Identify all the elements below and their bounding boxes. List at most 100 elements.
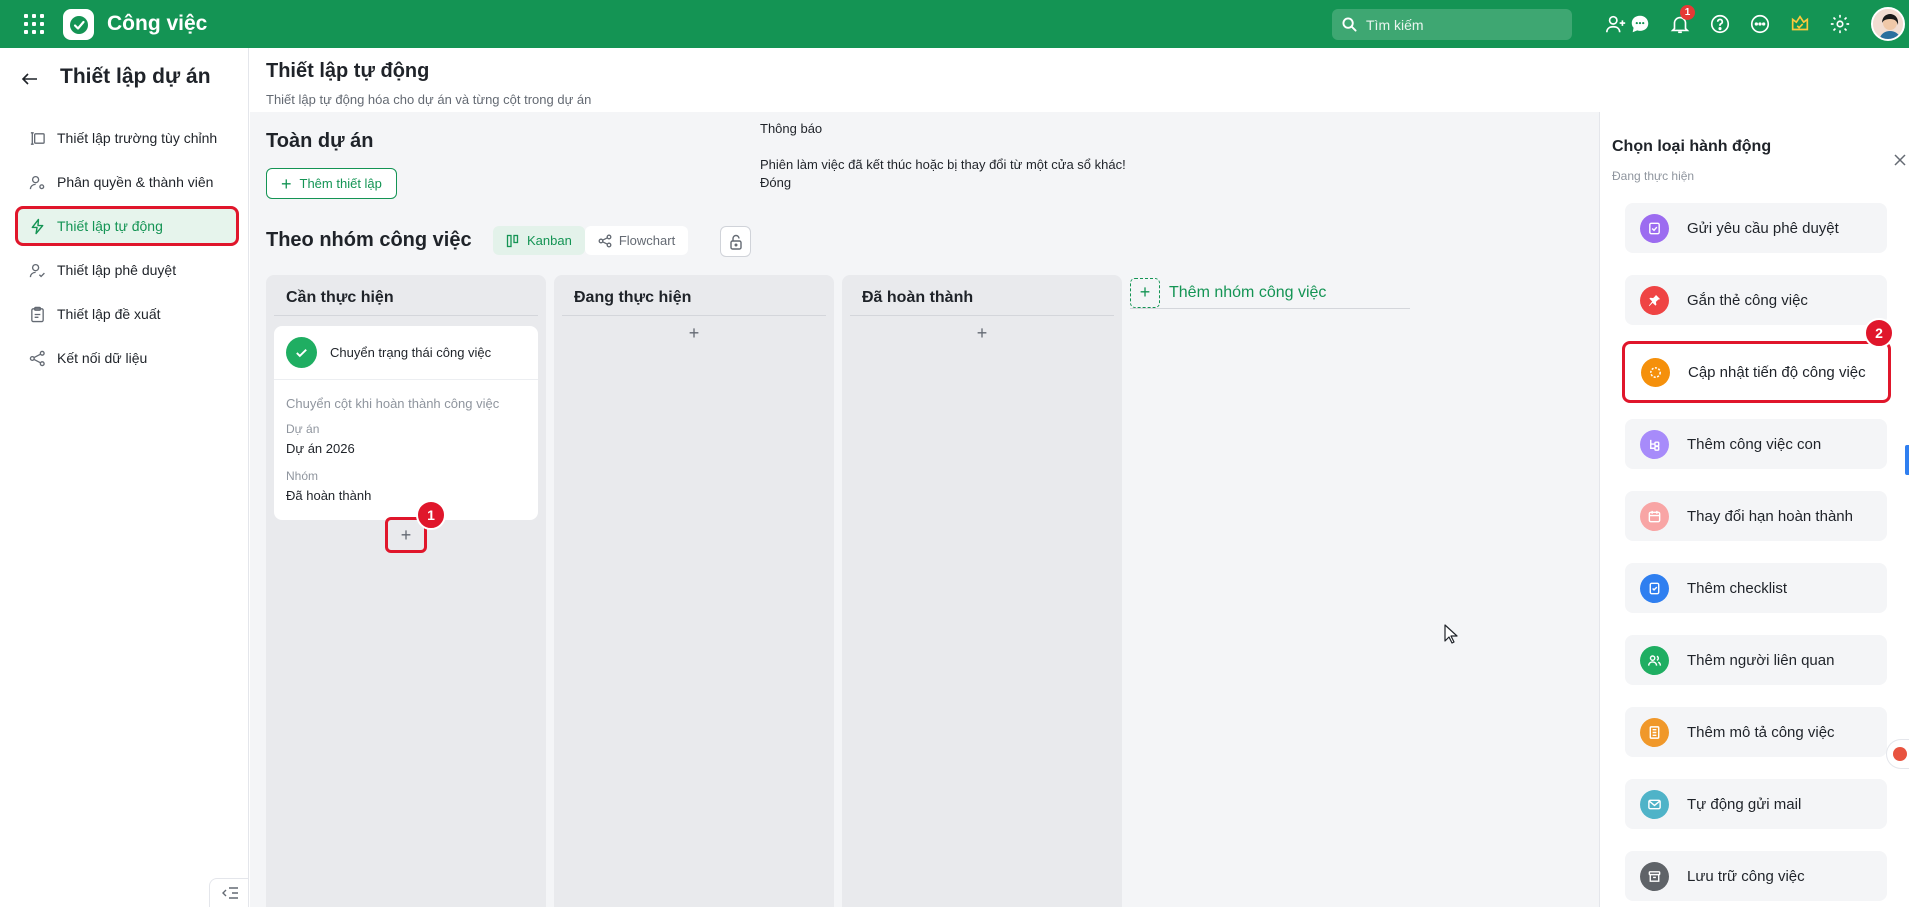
tab-label: Kanban [527, 233, 572, 248]
app-grid-icon[interactable] [24, 14, 44, 34]
notice-close-link[interactable]: Đóng [760, 174, 1126, 192]
lightning-icon [31, 218, 44, 234]
notice-heading: Thông báo [760, 121, 823, 136]
action-label: Thêm mô tả công việc [1687, 723, 1835, 741]
search-box[interactable] [1332, 9, 1572, 40]
page-header: Thiết lập tự động Thiết lập tự động hóa … [250, 48, 1909, 112]
action-change-deadline[interactable]: Thay đổi hạn hoàn thành [1625, 491, 1887, 541]
settings-sidebar: Thiết lập dự án Thiết lập trường tùy chỉ… [0, 48, 249, 907]
column-title: Đã hoàn thành [862, 289, 974, 306]
plus-icon: + [1130, 277, 1160, 308]
column-title: Cần thực hiện [286, 289, 394, 306]
card-group-label: Nhóm [286, 469, 319, 483]
sidebar-item-proposal[interactable]: Thiết lập đề xuất [18, 296, 236, 332]
lock-button[interactable] [720, 226, 751, 257]
sidebar-item-label: Thiết lập đề xuất [57, 306, 161, 322]
kanban-column-todo: Cần thực hiện Chuyển trạng thái công việ… [266, 275, 546, 907]
settings-gear-icon[interactable] [1828, 12, 1852, 36]
search-icon [1342, 17, 1357, 32]
tab-flowchart[interactable]: Flowchart [584, 226, 689, 255]
action-update-progress[interactable]: Cập nhật tiến độ công việc [1622, 341, 1891, 403]
add-user-icon[interactable] [1604, 12, 1628, 36]
top-bar: Công việc 1 [0, 0, 1909, 48]
kanban-icon [506, 234, 519, 247]
close-icon[interactable] [1892, 152, 1908, 168]
group-section-title: Theo nhóm công việc [266, 229, 472, 251]
bell-icon[interactable]: 1 [1668, 5, 1695, 36]
help-icon[interactable] [1708, 12, 1732, 36]
custom-field-icon [30, 131, 45, 145]
automation-content: Toàn dự án + Thêm thiết lập Thông báo Ph… [250, 112, 1599, 907]
action-label: Gắn thẻ công việc [1687, 291, 1808, 309]
assistant-icon [1893, 747, 1907, 761]
action-add-checklist[interactable]: Thêm checklist [1625, 563, 1887, 613]
check-icon [286, 337, 317, 368]
action-add-description[interactable]: Thêm mô tả công việc [1625, 707, 1887, 757]
panel-subtitle: Đang thực hiện [1612, 169, 1695, 183]
card-description: Chuyển cột khi hoàn thành công việc [286, 396, 500, 411]
sidebar-item-label: Phân quyền & thành viên [57, 174, 214, 190]
card-project-value: Dự án 2026 [286, 441, 355, 456]
chat-icon[interactable] [1628, 12, 1652, 36]
award-icon[interactable] [1788, 12, 1812, 36]
app-logo-icon [63, 9, 94, 40]
sidebar-item-automation[interactable]: Thiết lập tự động [15, 206, 239, 246]
action-approval-request[interactable]: Gửi yêu cầu phê duyệt [1625, 203, 1887, 253]
clipboard-icon [31, 306, 44, 322]
back-arrow-icon[interactable] [20, 69, 40, 89]
action-auto-send-mail[interactable]: Tự động gửi mail [1625, 779, 1887, 829]
progress-icon [1641, 357, 1670, 387]
step-marker-1: 1 [416, 500, 446, 530]
mouse-cursor-icon [1444, 624, 1458, 644]
project-section-title: Toàn dự án [266, 130, 374, 152]
page-subtitle: Thiết lập tự động hóa cho dự án và từng … [266, 92, 592, 107]
automation-card[interactable]: Chuyển trạng thái công việc Chuyển cột k… [274, 326, 538, 520]
more-icon[interactable] [1748, 12, 1772, 36]
action-tag-task[interactable]: Gắn thẻ công việc [1625, 275, 1887, 325]
session-notice: Thông báo Phiên làm việc đã kết thúc hoặ… [760, 120, 1126, 192]
search-input[interactable] [1366, 16, 1566, 33]
notice-message: Phiên làm việc đã kết thúc hoặc bị thay … [760, 157, 1126, 172]
collapse-icon [221, 887, 238, 899]
add-setting-button[interactable]: + Thêm thiết lập [266, 168, 397, 199]
checklist-icon [1640, 573, 1669, 603]
sidebar-item-permissions[interactable]: Phân quyền & thành viên [18, 164, 236, 200]
action-archive-task[interactable]: Lưu trữ công việc [1625, 851, 1887, 901]
column-title: Đang thực hiện [574, 289, 692, 306]
sidebar-item-label: Thiết lập phê duyệt [57, 262, 177, 278]
notification-badge: 1 [1680, 5, 1695, 20]
action-label: Thêm công việc con [1687, 435, 1822, 453]
sidebar-item-label: Kết nối dữ liệu [57, 350, 148, 366]
add-automation-button[interactable]: + [554, 323, 834, 344]
sidebar-item-approval[interactable]: Thiết lập phê duyệt [18, 252, 236, 288]
collapse-sidebar-button[interactable] [209, 878, 249, 907]
connect-icon [29, 350, 45, 366]
assistant-bubble[interactable] [1886, 739, 1909, 769]
user-check-icon [29, 263, 45, 277]
sidebar-item-data-connect[interactable]: Kết nối dữ liệu [18, 340, 236, 376]
flowchart-icon [598, 234, 612, 247]
side-tab-handle[interactable] [1905, 445, 1909, 475]
card-name: Chuyển trạng thái công việc [330, 345, 492, 360]
subtask-icon [1640, 429, 1669, 459]
plus-icon: + [281, 173, 292, 194]
add-group-button[interactable]: + Thêm nhóm công việc [1130, 277, 1410, 309]
calendar-icon [1640, 501, 1669, 531]
action-add-subtask[interactable]: Thêm công việc con [1625, 419, 1887, 469]
user-avatar[interactable] [1871, 7, 1905, 41]
sidebar-item-label: Thiết lập trường tùy chỉnh [57, 130, 218, 146]
add-automation-button[interactable]: + [842, 323, 1122, 344]
action-label: Tự động gửi mail [1687, 795, 1802, 813]
panel-title: Chọn loại hành động [1612, 138, 1772, 155]
view-toggle: Kanban Flowchart [493, 226, 689, 255]
document-icon [1640, 717, 1669, 747]
action-label: Thêm checklist [1687, 579, 1788, 597]
tab-kanban[interactable]: Kanban [493, 226, 585, 255]
page-title: Thiết lập tự động [266, 60, 430, 82]
people-icon [1640, 645, 1669, 675]
card-group-value: Đã hoàn thành [286, 488, 372, 503]
sidebar-item-custom-fields[interactable]: Thiết lập trường tùy chỉnh [18, 120, 236, 156]
kanban-column-done: Đã hoàn thành + [842, 275, 1122, 907]
app-title: Công việc [107, 12, 208, 35]
action-add-watchers[interactable]: Thêm người liên quan [1625, 635, 1887, 685]
